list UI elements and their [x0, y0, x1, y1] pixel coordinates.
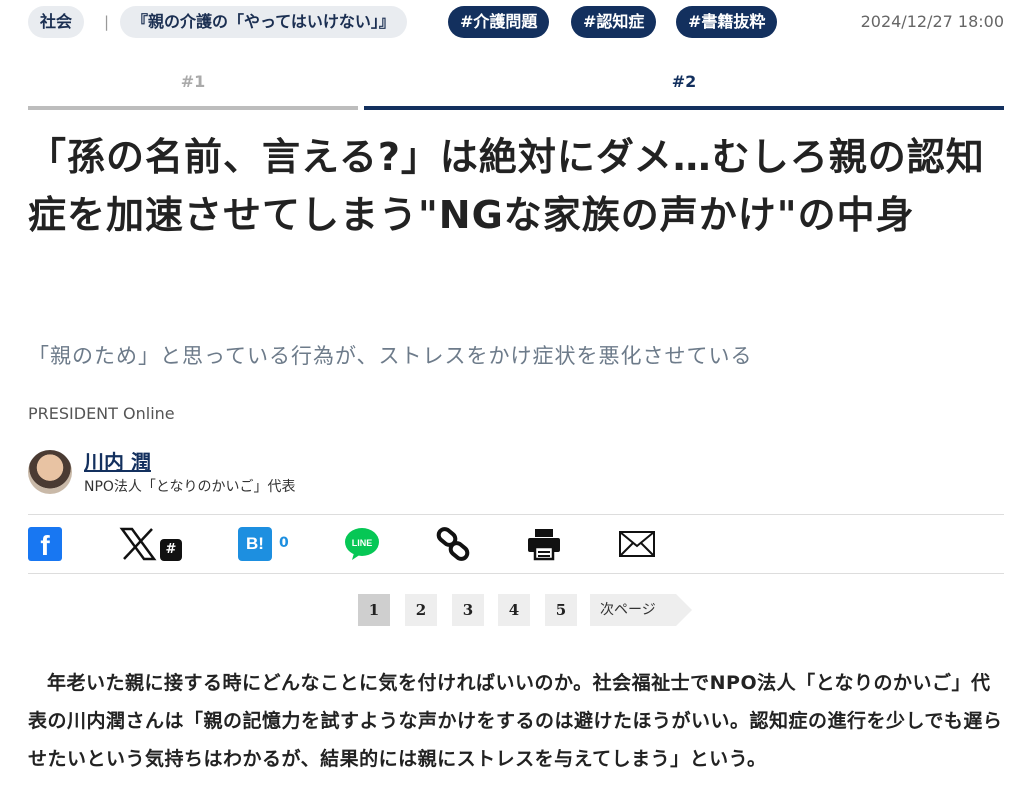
hashtag-shoseki[interactable]: #書籍抜粋: [676, 6, 778, 38]
hashtag-ninchisho[interactable]: #認知症: [571, 6, 657, 38]
source-label: PRESIDENT Online: [28, 404, 175, 423]
article-subtitle: 「親のため」と思っている行為が、ストレスをかけ症状を悪化させている: [28, 344, 753, 368]
author-role: NPO法人「となりのかいご」代表: [84, 479, 296, 495]
svg-text:LINE: LINE: [352, 538, 373, 548]
x-hashtag-badge[interactable]: #: [160, 539, 182, 561]
pagination: 1 2 3 4 5 次ページ: [28, 594, 1004, 628]
tag-row: 社会 | 『親の介護の「やってはいけない」』 #介護問題 #認知症 #書籍抜粋 …: [28, 6, 1004, 40]
author-block: 川内 潤 NPO法人「となりのかいご」代表: [28, 446, 628, 496]
page-3-button[interactable]: 3: [452, 594, 484, 626]
series-tag[interactable]: 『親の介護の「やってはいけない」』: [120, 6, 407, 38]
hatena-bookmark-count: 0: [279, 535, 289, 551]
category-tag[interactable]: 社会: [28, 6, 85, 38]
article-body: 年老いた親に接する時にどんなことに気を付ければいいのか。社会福祉士でNPO法人「…: [28, 672, 1003, 770]
page-2-button[interactable]: 2: [405, 594, 437, 626]
hashtag-kaigo[interactable]: #介護問題: [448, 6, 550, 38]
hatena-bookmark-icon[interactable]: B!: [238, 527, 272, 561]
page-1-button[interactable]: 1: [358, 594, 390, 626]
next-page-button[interactable]: 次ページ: [590, 594, 692, 626]
line-icon[interactable]: LINE: [344, 527, 380, 561]
tab-part-1[interactable]: #1: [28, 72, 358, 110]
tab-part-2[interactable]: #2: [364, 72, 1004, 110]
link-icon[interactable]: [434, 527, 472, 561]
page-4-button[interactable]: 4: [498, 594, 530, 626]
publish-date: 2024/12/27 18:00: [860, 12, 1004, 31]
mail-icon[interactable]: [618, 527, 656, 561]
x-icon[interactable]: [118, 527, 158, 561]
tag-separator: |: [104, 13, 110, 31]
author-name-link[interactable]: 川内 潤: [84, 446, 151, 475]
article-title: 「孫の名前、言える?」は絶対にダメ…むしろ親の認知症を加速させてしまう"NGな家…: [28, 135, 985, 237]
share-bar: f # B! 0 LINE: [28, 514, 1004, 574]
page-5-button[interactable]: 5: [545, 594, 577, 626]
avatar: [28, 450, 72, 494]
facebook-icon[interactable]: f: [28, 527, 62, 561]
print-icon[interactable]: [526, 527, 562, 561]
